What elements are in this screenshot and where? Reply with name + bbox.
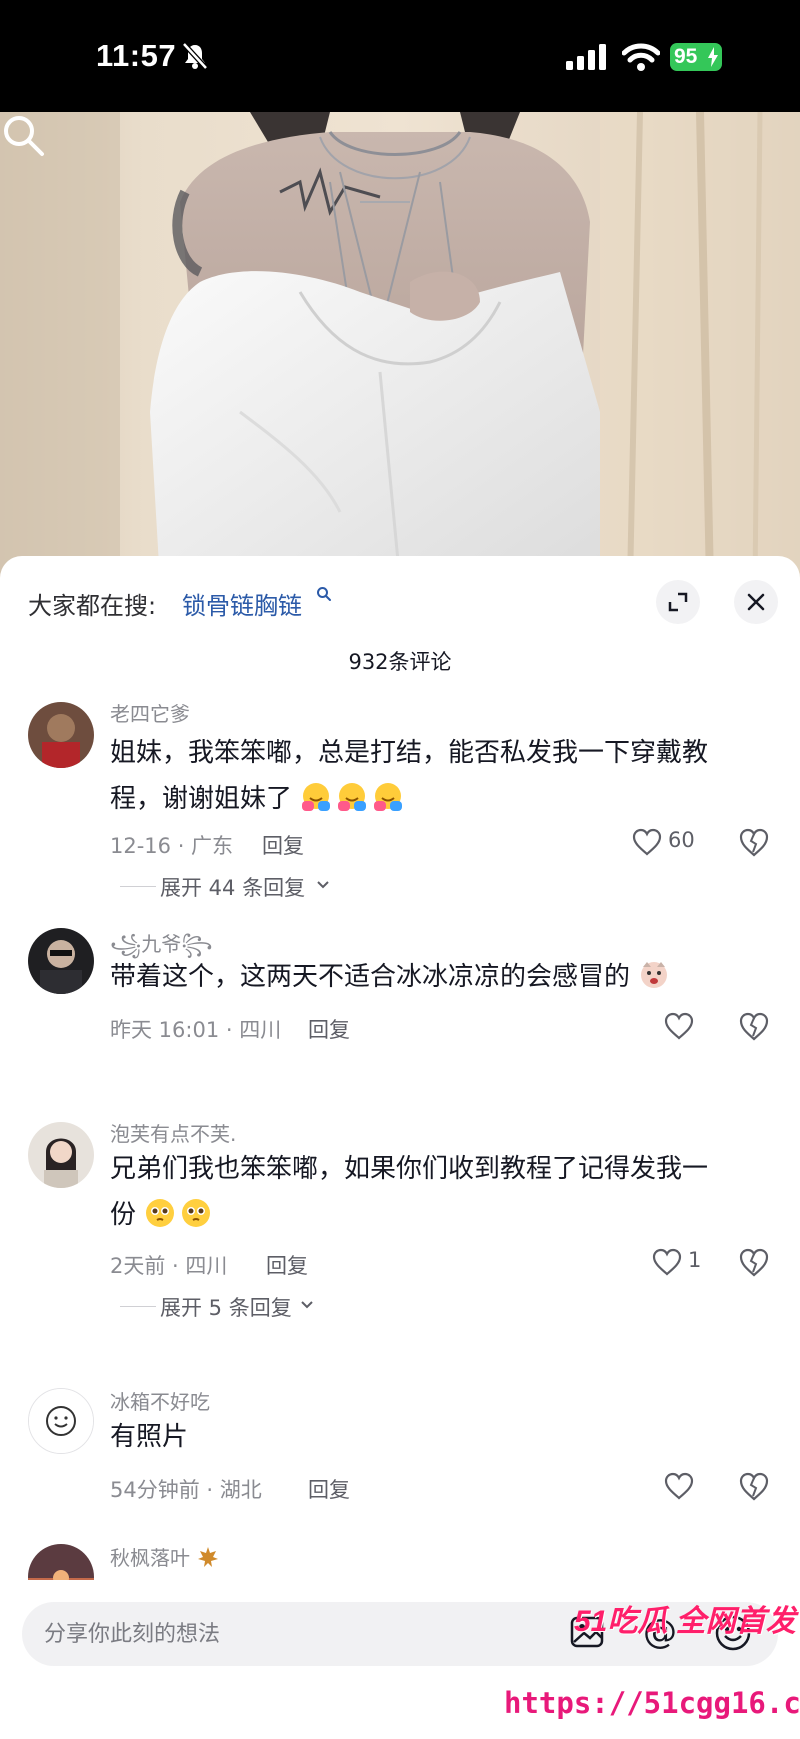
close-button[interactable] [734,580,778,624]
bell-slash-icon [182,42,208,70]
like-button[interactable] [664,1010,700,1044]
comment-username[interactable]: 秋枫落叶 [110,1542,220,1571]
expand-replies-label: 展开 44 条回复 [160,876,306,900]
reply-button[interactable]: 回复 [308,1014,350,1044]
heart-icon [652,1248,682,1276]
trending-search-term[interactable]: 锁骨链胸链 [182,586,302,621]
broken-heart-icon[interactable] [738,826,770,858]
expand-replies-button[interactable]: 展开 44 条回复 [110,872,330,902]
comment-username-text: 秋枫落叶 [110,1546,190,1570]
chevron-down-icon [301,1301,313,1309]
comment-item: 老四它爹 姐妹，我笨笨嘟，总是打结，能否私发我一下穿戴教程，谢谢姐妹了 12-1… [0,696,800,900]
comment-username[interactable]: 冰箱不好吃 [110,1386,210,1415]
avatar-image [28,702,94,768]
divider-line [120,886,156,887]
comment-text: 兄弟们我也笨笨嘟，如果你们收到教程了记得发我一份 [110,1146,730,1238]
watermark-url: https://51cgg16.com [504,1686,800,1720]
pleading-face-emoji-icon [146,1199,175,1227]
comment-username[interactable]: 老四它爹 [110,698,190,727]
comment-meta: 2天前 · 四川 [110,1254,228,1278]
reply-button[interactable]: 回复 [262,830,304,860]
search-small-icon [317,587,331,601]
reply-button[interactable]: 回复 [308,1474,350,1504]
photo-figure-illustration [0,112,800,582]
avatar-image [28,928,94,994]
comment-text: 姐妹，我笨笨嘟，总是打结，能否私发我一下穿戴教程，谢谢姐妹了 [110,730,730,822]
hug-emoji-icon [338,783,367,811]
divider-line [120,1306,156,1307]
avatar[interactable] [28,1388,94,1454]
close-icon [747,593,765,611]
comment-meta: 54分钟前 · 湖北 [110,1478,262,1502]
comment-username[interactable]: 泡芙有点不芙. [110,1118,236,1147]
comment-text-content: 姐妹，我笨笨嘟，总是打结，能否私发我一下穿戴教程，谢谢姐妹了 [110,738,709,814]
comment-sheet: 大家都在搜: 锁骨链胸链 932条评论 老四它爹 姐妹，我笨笨嘟，总是打结，能否… [0,556,800,1739]
like-button[interactable] [664,1470,700,1504]
broken-heart-icon[interactable] [738,1246,770,1278]
comment-text: 有照片 [110,1422,189,1452]
avatar[interactable] [28,1122,94,1188]
watermark-brand: 51吃瓜 全网首发 [574,1605,796,1638]
like-count: 1 [688,1248,702,1272]
comment-meta: 昨天 16:01 · 四川 [110,1018,282,1042]
reply-button[interactable]: 回复 [266,1250,308,1280]
heart-icon [632,828,662,856]
avatar[interactable] [28,928,94,994]
pleading-face-emoji-icon [182,1199,211,1227]
status-bar: 11:57 95 [0,0,800,112]
like-count: 60 [668,828,695,852]
like-button[interactable]: 1 [652,1246,712,1280]
video-photo[interactable] [0,112,800,582]
battery-level: 95 [674,45,698,68]
sheet-header: 大家都在搜: 锁骨链胸链 [0,556,800,624]
cold-face-emoji-icon [641,962,668,988]
expand-replies-label: 展开 5 条回复 [160,1296,292,1320]
heart-icon [664,1472,694,1500]
charging-bolt-icon [708,47,718,67]
comment-item: 泡芙有点不芙. 兄弟们我也笨笨嘟，如果你们收到教程了记得发我一份 2天前 · 四… [0,1116,800,1320]
comment-item: ꧁九爷꧂ 带着这个，这两天不适合冰冰凉凉的会感冒的 昨天 16:01 · 四川 … [0,922,800,1062]
trending-search-prefix: 大家都在搜: [28,592,157,620]
search-icon[interactable] [0,112,46,158]
avatar[interactable] [28,702,94,768]
comment-meta: 12-16 · 广东 [110,834,234,858]
chevron-down-icon [317,881,329,889]
expand-icon [668,592,688,612]
expand-replies-button[interactable]: 展开 5 条回复 [110,1292,313,1322]
comment-count: 932条评论 [348,650,452,674]
avatar-image [28,1122,94,1188]
like-button[interactable]: 60 [632,826,712,860]
maple-leaf-icon [198,1547,219,1567]
username-decoration: ꧂ [181,932,213,956]
wifi-icon [622,43,660,71]
hug-emoji-icon [374,783,403,811]
heart-icon [664,1012,694,1040]
default-avatar-smile-icon [29,1389,93,1453]
fullscreen-button[interactable] [656,580,700,624]
username-decoration: ꧁ [110,932,142,956]
comment-item: 冰箱不好吃 有照片 54分钟前 · 湖北 回复 [0,1382,800,1522]
comment-username-text: 九爷 [141,932,182,956]
broken-heart-icon[interactable] [738,1470,770,1502]
battery-indicator: 95 [670,43,722,71]
broken-heart-icon[interactable] [738,1010,770,1042]
comment-text-content: 带着这个，这两天不适合冰冰凉凉的会感冒的 [110,962,631,992]
status-time: 11:57 [96,38,177,73]
comment-text: 带着这个，这两天不适合冰冰凉凉的会感冒的 [110,954,730,1000]
cellular-signal-icon [566,44,606,70]
hug-emoji-icon [302,783,331,811]
